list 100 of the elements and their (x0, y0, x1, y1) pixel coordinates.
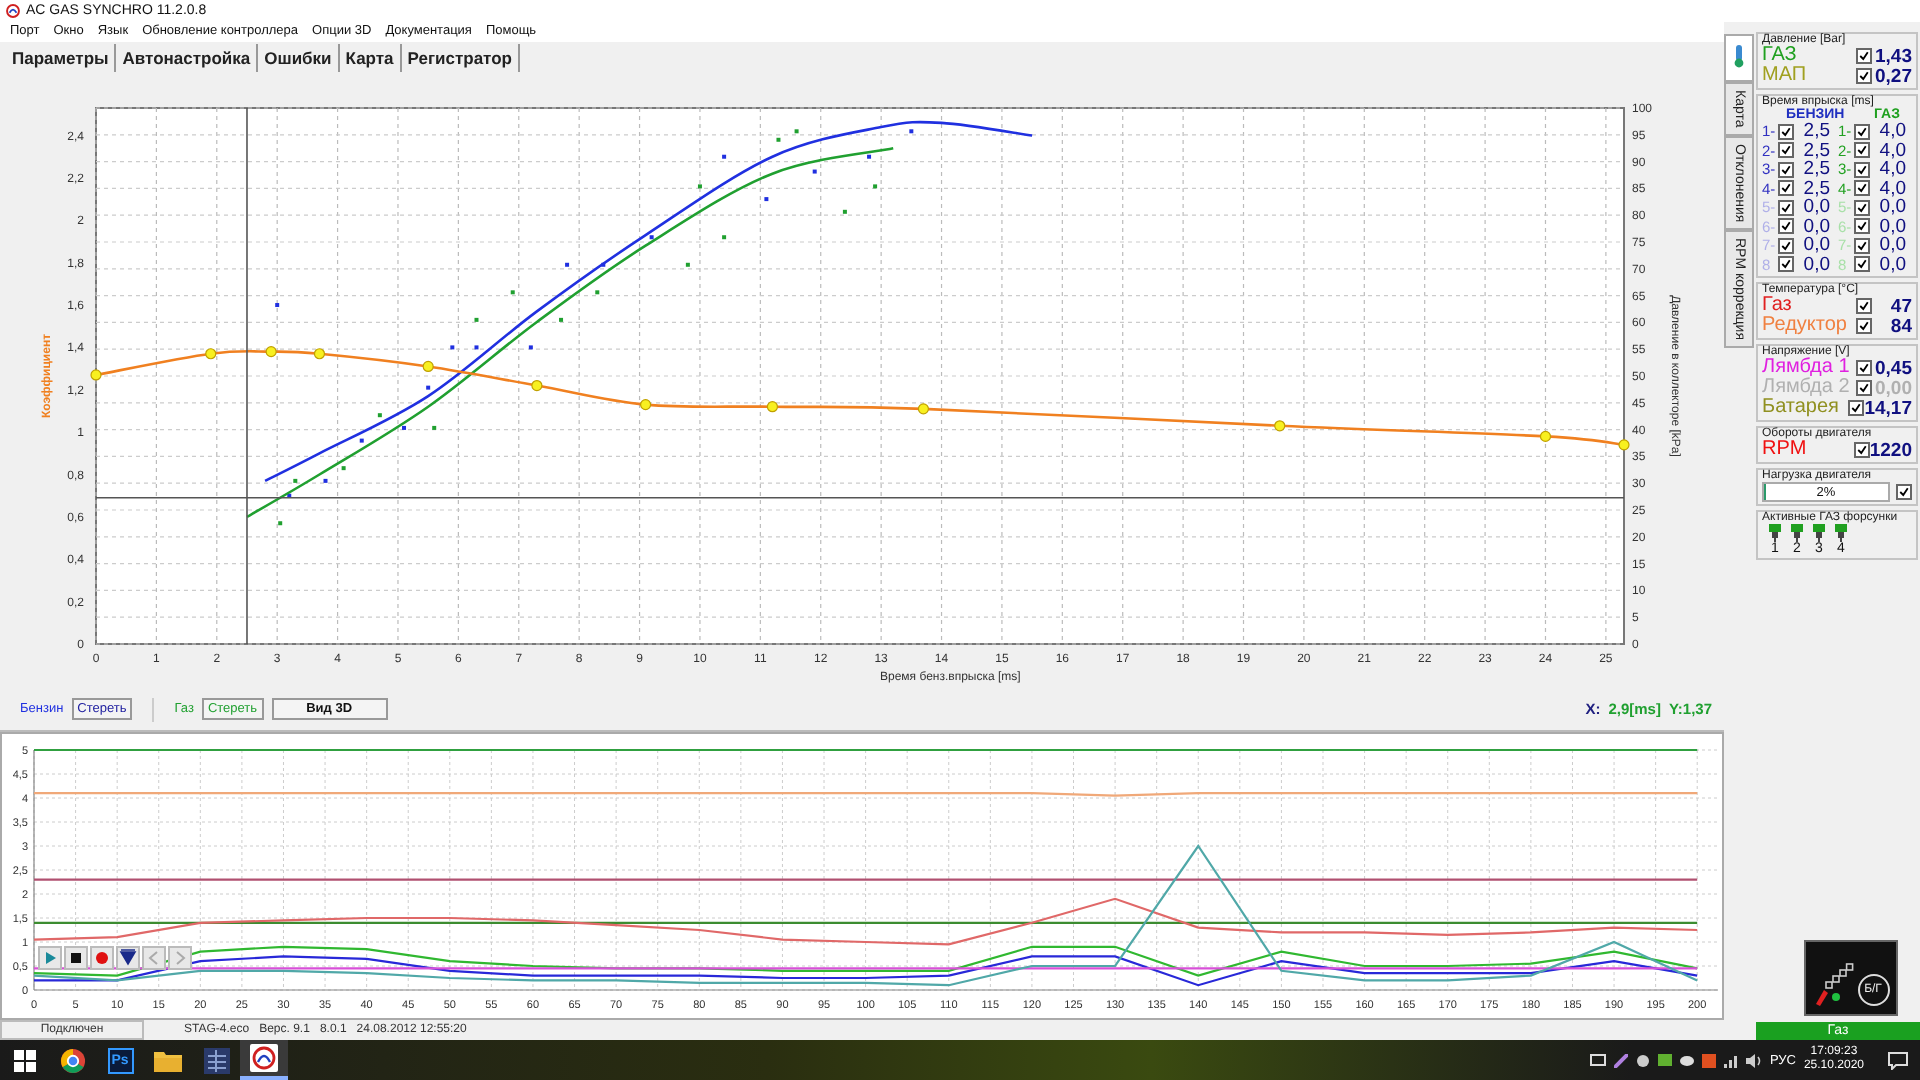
folder-icon (154, 1049, 182, 1071)
injection-value: 0,0 (1877, 234, 1906, 257)
data-point (697, 185, 702, 190)
sensor-value: 14,17 (1864, 397, 1912, 419)
data-point (766, 402, 779, 414)
injection-value: 0,0 (1877, 215, 1906, 238)
checkbox[interactable] (1854, 180, 1871, 197)
data-point (1618, 440, 1630, 452)
tab[interactable]: Регистратор (401, 44, 520, 73)
injection-value: 2,5 (1801, 177, 1830, 200)
checkbox[interactable] (1854, 161, 1871, 178)
data-point (474, 318, 479, 323)
checkbox[interactable] (1778, 256, 1795, 273)
checkbox[interactable] (1778, 161, 1795, 178)
data-point (685, 263, 690, 268)
gauge-segments-icon (1813, 962, 1853, 1006)
notification-icon[interactable] (1888, 1051, 1908, 1069)
data-point (531, 380, 543, 392)
checkbox[interactable] (1778, 180, 1795, 197)
sensor-label: МАП (1762, 66, 1809, 86)
network-icon[interactable] (1723, 1053, 1738, 1067)
data-point (341, 467, 346, 472)
checkbox[interactable] (1778, 142, 1795, 159)
data-point (287, 494, 292, 499)
checkbox[interactable] (1778, 123, 1795, 140)
sensor-label: Лямбда 2 (1762, 378, 1852, 398)
data-point (422, 361, 434, 373)
sensor-value: 47 (1888, 295, 1912, 317)
checkbox[interactable] (1778, 237, 1795, 254)
data-point (764, 197, 769, 202)
injection-value: 2,5 (1801, 158, 1830, 181)
sensor-label: Лямбда 1 (1762, 358, 1852, 378)
checkbox[interactable] (1856, 360, 1872, 376)
injection-value: 4,0 (1877, 158, 1906, 181)
sensor-label: Батарея (1762, 398, 1841, 418)
injection-value: 0,0 (1801, 253, 1830, 276)
triangle-icon (118, 948, 138, 968)
checkbox[interactable] (1856, 68, 1872, 84)
data-point (559, 318, 564, 323)
checkbox[interactable] (1778, 199, 1795, 216)
checkbox[interactable] (1856, 48, 1872, 64)
sensor-label: Газ (1762, 296, 1792, 316)
data-point (377, 414, 382, 419)
data-point (275, 303, 280, 308)
checkbox[interactable] (1854, 218, 1871, 235)
data-point (313, 349, 326, 361)
checkbox[interactable] (1856, 318, 1872, 334)
injection-value: 2,5 (1801, 139, 1830, 162)
data-point (776, 138, 781, 143)
injection-value: 4,0 (1877, 139, 1906, 162)
gauge-icon (250, 1044, 278, 1072)
data-point (450, 346, 455, 351)
recorder-control-button[interactable] (64, 946, 88, 970)
sensor-value: 0,00 (1873, 377, 1912, 399)
data-point (873, 185, 878, 190)
data-point (432, 426, 437, 431)
data-point (278, 522, 283, 527)
injection-value: 0,0 (1801, 215, 1830, 238)
data-point (1274, 421, 1286, 433)
sensor-value: 0,27 (1873, 65, 1912, 87)
sensor-label: Редуктор (1762, 316, 1849, 336)
taskbar-button[interactable] (240, 1040, 288, 1080)
data-point (909, 130, 914, 135)
checkbox[interactable] (1848, 400, 1865, 416)
checkbox[interactable] (1854, 123, 1871, 140)
tab[interactable]: Параметры (6, 44, 117, 73)
browser-icon (59, 1047, 85, 1073)
sensor-label: RPM (1762, 440, 1807, 460)
checkbox[interactable] (1856, 298, 1872, 314)
sensor-value: 1220 (1869, 439, 1912, 461)
tab[interactable]: Автонастройка (116, 44, 259, 73)
checkbox[interactable] (1854, 237, 1871, 254)
side-tab[interactable] (1724, 34, 1754, 82)
data-point (649, 236, 654, 241)
tab[interactable]: Ошибки (258, 44, 340, 73)
data-point (812, 170, 817, 175)
checkbox[interactable] (1853, 442, 1870, 458)
sensor-value: 0,45 (1873, 357, 1912, 379)
recorder-control-button[interactable] (116, 946, 140, 970)
checkbox[interactable] (1854, 199, 1871, 216)
volume-icon[interactable] (1745, 1053, 1762, 1067)
data-point (917, 404, 929, 416)
checkbox[interactable] (1856, 380, 1872, 396)
checkbox[interactable] (1854, 256, 1871, 273)
sensor-label: ГАЗ (1762, 46, 1797, 66)
injection-value: 4,0 (1877, 177, 1906, 200)
checkbox[interactable] (1896, 484, 1912, 500)
injection-value: 2,5 (1801, 120, 1830, 143)
tab[interactable]: Карта (339, 44, 402, 73)
injection-value: 0,0 (1877, 196, 1906, 219)
data-point (794, 130, 799, 135)
checkbox[interactable] (1854, 142, 1871, 159)
data-point (510, 291, 515, 296)
data-point (293, 479, 298, 484)
stop-icon (66, 948, 86, 968)
data-point (640, 399, 652, 412)
checkbox[interactable] (1778, 218, 1795, 235)
data-point (426, 386, 431, 391)
data-point (205, 349, 217, 361)
data-point (722, 236, 727, 241)
